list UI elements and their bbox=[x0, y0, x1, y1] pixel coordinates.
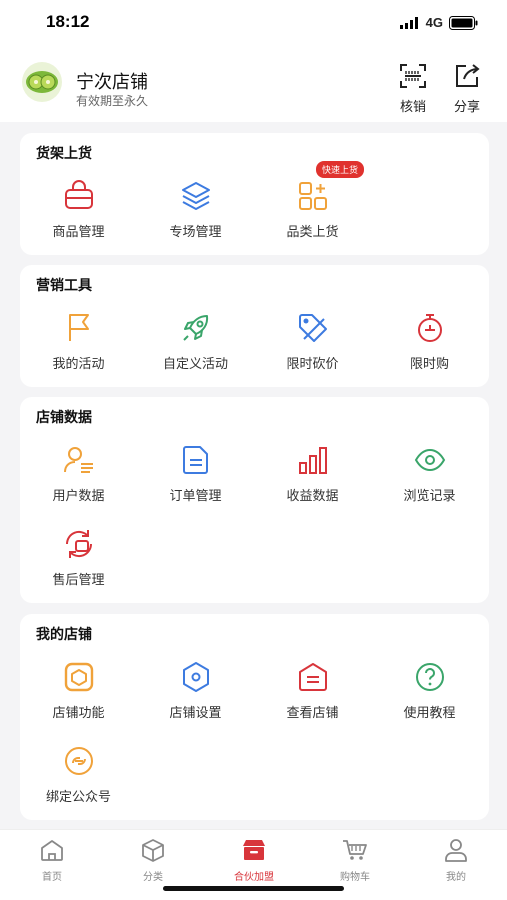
refresh-box-icon bbox=[65, 530, 92, 558]
stopwatch-icon bbox=[417, 314, 442, 342]
grid-item-shop-functions[interactable]: 店铺功能 bbox=[20, 660, 137, 721]
grid-item-label: 用户数据 bbox=[52, 489, 105, 504]
price-tag-cut-icon bbox=[298, 314, 327, 342]
grid-item-view-shop[interactable]: 查看店铺 bbox=[254, 660, 371, 721]
tab-mine[interactable]: 我的 bbox=[416, 838, 496, 883]
section-title: 店铺数据 bbox=[36, 410, 92, 426]
grid-item-browse-history[interactable]: 浏览记录 bbox=[371, 443, 488, 504]
grid-item-after-sales[interactable]: 售后管理 bbox=[20, 527, 137, 588]
battery-icon bbox=[449, 15, 478, 30]
grid-item-label: 使用教程 bbox=[403, 706, 456, 721]
tab-label: 首页 bbox=[42, 872, 62, 883]
grid-item-label: 自定义活动 bbox=[162, 357, 228, 372]
grid-item-order-manage[interactable]: 订单管理 bbox=[137, 443, 254, 504]
tab-category[interactable]: 分类 bbox=[113, 838, 193, 883]
section-title: 货架上货 bbox=[36, 146, 92, 162]
grid-item-label: 我的活动 bbox=[52, 357, 105, 372]
grid-item-my-activity[interactable]: 我的活动 bbox=[20, 311, 137, 372]
grid-item-label: 限时购 bbox=[409, 357, 449, 372]
grid-item-label: 商品管理 bbox=[52, 225, 105, 240]
rocket-icon bbox=[182, 315, 208, 341]
grid-item-label: 浏览记录 bbox=[403, 489, 456, 504]
help-circle-icon bbox=[415, 663, 444, 691]
tab-label: 分类 bbox=[143, 872, 163, 883]
home-icon bbox=[41, 840, 63, 861]
category-grid-icon bbox=[298, 182, 327, 210]
cube-icon bbox=[142, 839, 164, 862]
share-icon bbox=[456, 64, 480, 87]
section-title: 我的店铺 bbox=[36, 627, 92, 643]
grid-item-product-manage[interactable]: 商品管理 bbox=[20, 179, 137, 240]
box-icon bbox=[64, 662, 93, 692]
status-indicators: 4G bbox=[399, 15, 479, 30]
grid-item-category-upload[interactable]: 品类上货 bbox=[254, 179, 371, 240]
hexagon-settings-icon bbox=[182, 662, 209, 692]
grid-item-revenue-data[interactable]: 收益数据 bbox=[254, 443, 371, 504]
grid-item-label: 订单管理 bbox=[169, 489, 222, 504]
shop-header: 宁次店铺 有效期至永久 核销 分享 bbox=[0, 46, 507, 122]
grid-item-flash-bargain[interactable]: 限时砍价 bbox=[254, 311, 371, 372]
link-icon bbox=[64, 747, 93, 775]
user-list-icon bbox=[63, 447, 93, 473]
eye-icon bbox=[414, 448, 445, 472]
status-time: 18:12 bbox=[46, 12, 90, 31]
share-button[interactable]: 分享 bbox=[447, 62, 487, 115]
section-title: 营销工具 bbox=[36, 278, 92, 294]
signal-icon bbox=[399, 16, 418, 29]
card-shelf: 货架上货 商品管理 专场管理 品类上货 bbox=[20, 133, 489, 255]
grid-item-tutorial[interactable]: 使用教程 bbox=[371, 660, 488, 721]
grid-item-bind-official-account[interactable]: 绑定公众号 bbox=[20, 744, 137, 805]
grid-item-label: 绑定公众号 bbox=[45, 790, 111, 805]
verify-button[interactable]: 核销 bbox=[393, 62, 433, 115]
home-indicator[interactable] bbox=[163, 886, 344, 891]
grid-item-label: 限时砍价 bbox=[286, 357, 339, 372]
grid-item-custom-activity[interactable]: 自定义活动 bbox=[137, 311, 254, 372]
grid-item-special-manage[interactable]: 专场管理 bbox=[137, 179, 254, 240]
shop-avatar[interactable] bbox=[22, 62, 62, 102]
grid-item-shop-settings[interactable]: 店铺设置 bbox=[137, 660, 254, 721]
grid-item-label: 查看店铺 bbox=[286, 706, 339, 721]
network-type: 4G bbox=[425, 15, 443, 30]
grid-item-user-data[interactable]: 用户数据 bbox=[20, 443, 137, 504]
shop-validity: 有效期至永久 bbox=[76, 94, 149, 108]
card-marketing: 营销工具 我的活动 自定义活动 限时砍价 限时购 bbox=[20, 265, 489, 387]
tab-home[interactable]: 首页 bbox=[12, 838, 92, 883]
storefront-icon bbox=[298, 663, 327, 691]
bag-icon bbox=[64, 180, 93, 209]
card-shop-data: 店铺数据 用户数据 订单管理 收益数据 浏览记录 售后管理 bbox=[20, 397, 489, 603]
card-my-shop: 我的店铺 店铺功能 店铺设置 查看店铺 使用教程 绑定公众号 bbox=[20, 614, 489, 820]
flag-icon bbox=[68, 314, 89, 341]
share-label: 分享 bbox=[453, 100, 480, 115]
verify-label: 核销 bbox=[399, 100, 426, 115]
shop-icon bbox=[243, 840, 265, 860]
person-icon bbox=[445, 839, 467, 862]
quick-upload-badge: 快速上货 bbox=[316, 161, 365, 178]
grid-item-flash-buy[interactable]: 限时购 bbox=[371, 311, 488, 372]
layers-icon bbox=[181, 182, 210, 210]
cart-icon bbox=[343, 840, 367, 860]
tab-label: 购物车 bbox=[340, 872, 370, 883]
kiwi-avatar-icon bbox=[26, 71, 58, 93]
document-icon bbox=[182, 446, 208, 474]
bar-chart-icon bbox=[298, 447, 327, 474]
status-bar: 18:12 4G bbox=[0, 0, 507, 46]
tab-partner-join[interactable]: 合伙加盟 bbox=[214, 838, 294, 883]
tab-label: 合伙加盟 bbox=[234, 872, 274, 883]
grid-item-label: 店铺功能 bbox=[52, 706, 105, 721]
grid-item-label: 收益数据 bbox=[286, 489, 339, 504]
tab-cart[interactable]: 购物车 bbox=[315, 838, 395, 883]
grid-item-label: 售后管理 bbox=[52, 573, 105, 588]
scan-icon bbox=[400, 64, 426, 88]
grid-item-label: 品类上货 bbox=[286, 225, 339, 240]
tab-label: 我的 bbox=[446, 872, 466, 883]
grid-item-label: 专场管理 bbox=[169, 225, 222, 240]
grid-item-label: 店铺设置 bbox=[169, 706, 222, 721]
shop-name: 宁次店铺 bbox=[76, 72, 148, 93]
